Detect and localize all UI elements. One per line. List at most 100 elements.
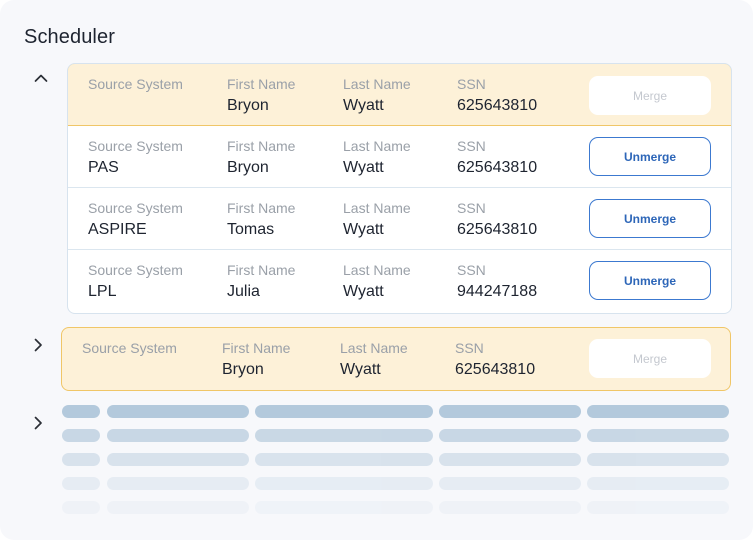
skeleton-row — [62, 453, 732, 467]
skeleton-bar — [62, 429, 100, 442]
skeleton-bar — [255, 429, 433, 442]
merge-group-collapsed[interactable]: Source System First Name Bryon Last Name… — [61, 327, 731, 391]
ssn-cell: SSN 625643810 — [457, 138, 537, 178]
skeleton-bar — [439, 405, 581, 418]
last-name-label: Last Name — [340, 340, 408, 356]
ssn-value: 625643810 — [457, 159, 538, 176]
first-name-label: First Name — [227, 138, 296, 154]
skeleton-row — [62, 501, 732, 515]
last-name-value: Wyatt — [343, 221, 384, 238]
skeleton-bar — [439, 501, 581, 514]
ssn-label: SSN — [457, 76, 486, 92]
ssn-value: 625643810 — [457, 221, 538, 238]
merge-button[interactable]: Merge — [589, 339, 711, 378]
last-name-cell: Last Name Wyatt — [343, 76, 411, 116]
source-system-cell: Source System ASPIRE — [88, 200, 183, 240]
skeleton-bar — [107, 429, 249, 442]
skeleton-bar — [107, 453, 249, 466]
last-name-label: Last Name — [343, 262, 411, 278]
source-system-label: Source System — [88, 138, 183, 154]
first-name-cell: First Name Bryon — [227, 76, 295, 116]
skeleton-bar — [439, 429, 581, 442]
skeleton-bar — [107, 501, 249, 514]
skeleton-bar — [255, 405, 433, 418]
ssn-label: SSN — [457, 138, 486, 154]
skeleton-bar — [62, 405, 100, 418]
source-system-cell: Source System PAS — [88, 138, 183, 178]
skeleton-bar — [255, 453, 433, 466]
skeleton-bar — [255, 477, 433, 490]
last-name-value: Wyatt — [343, 97, 384, 114]
unmerge-button[interactable]: Unmerge — [589, 137, 711, 176]
ssn-cell: SSN 625643810 — [457, 76, 537, 116]
source-system-cell: Source System — [88, 76, 183, 96]
merge-group-expanded: Source System First Name Bryon Last Name… — [67, 63, 732, 314]
first-name-label: First Name — [227, 76, 296, 92]
skeleton-row — [62, 429, 732, 443]
ssn-cell: SSN 625643810 — [457, 200, 537, 240]
ssn-label: SSN — [457, 262, 486, 278]
source-system-label: Source System — [88, 76, 183, 92]
ssn-value: 625643810 — [457, 97, 538, 114]
skeleton-bar — [439, 477, 581, 490]
ssn-value: 625643810 — [455, 361, 536, 378]
skeleton-bar — [62, 501, 100, 514]
skeleton-bar — [439, 453, 581, 466]
source-system-label: Source System — [88, 200, 183, 216]
merge-button[interactable]: Merge — [589, 76, 711, 115]
source-system-cell: Source System LPL — [88, 262, 183, 302]
ssn-label: SSN — [457, 200, 486, 216]
source-system-cell: Source System — [82, 340, 177, 360]
master-record-row: Source System First Name Bryon Last Name… — [68, 64, 731, 126]
first-name-label: First Name — [222, 340, 291, 356]
first-name-label: First Name — [227, 200, 296, 216]
skeleton-bar — [587, 477, 729, 490]
ssn-cell: SSN 944247188 — [457, 262, 537, 302]
ssn-label: SSN — [455, 340, 484, 356]
skeleton-bar — [587, 405, 729, 418]
last-name-value: Wyatt — [343, 159, 384, 176]
unmerge-button[interactable]: Unmerge — [589, 261, 711, 300]
first-name-cell: First Name Bryon — [227, 138, 295, 178]
last-name-cell: Last Name Wyatt — [340, 340, 408, 380]
skeleton-bar — [62, 453, 100, 466]
chevron-right-icon[interactable] — [28, 413, 48, 433]
source-system-value: PAS — [88, 159, 119, 176]
record-row: Source System PAS First Name Bryon Last … — [68, 126, 731, 188]
last-name-value: Wyatt — [343, 283, 384, 300]
first-name-value: Bryon — [227, 159, 269, 176]
source-system-value: ASPIRE — [88, 221, 147, 238]
last-name-value: Wyatt — [340, 361, 381, 378]
skeleton-bar — [107, 405, 249, 418]
first-name-value: Bryon — [222, 361, 264, 378]
skeleton-bar — [587, 501, 729, 514]
chevron-up-icon[interactable] — [31, 68, 51, 88]
unmerge-button[interactable]: Unmerge — [589, 199, 711, 238]
first-name-value: Bryon — [227, 97, 269, 114]
first-name-cell: First Name Julia — [227, 262, 295, 302]
record-row: Source System ASPIRE First Name Tomas La… — [68, 188, 731, 250]
last-name-cell: Last Name Wyatt — [343, 200, 411, 240]
skeleton-bar — [62, 477, 100, 490]
ssn-cell: SSN 625643810 — [455, 340, 535, 380]
ssn-value: 944247188 — [457, 283, 538, 300]
skeleton-bar — [107, 477, 249, 490]
page-title: Scheduler — [24, 26, 115, 48]
last-name-label: Last Name — [343, 76, 411, 92]
first-name-cell: First Name Bryon — [222, 340, 290, 380]
skeleton-bar — [255, 501, 433, 514]
skeleton-row — [62, 405, 732, 419]
first-name-value: Julia — [227, 283, 260, 300]
source-system-label: Source System — [82, 340, 177, 356]
skeleton-bar — [587, 429, 729, 442]
chevron-right-icon[interactable] — [28, 335, 48, 355]
source-system-label: Source System — [88, 262, 183, 278]
skeleton-row — [62, 477, 732, 491]
skeleton-bar — [587, 453, 729, 466]
last-name-label: Last Name — [343, 200, 411, 216]
scheduler-panel: Scheduler Source System First Name Bryon… — [0, 0, 753, 540]
last-name-cell: Last Name Wyatt — [343, 262, 411, 302]
last-name-cell: Last Name Wyatt — [343, 138, 411, 178]
first-name-label: First Name — [227, 262, 296, 278]
source-system-value: LPL — [88, 283, 117, 300]
